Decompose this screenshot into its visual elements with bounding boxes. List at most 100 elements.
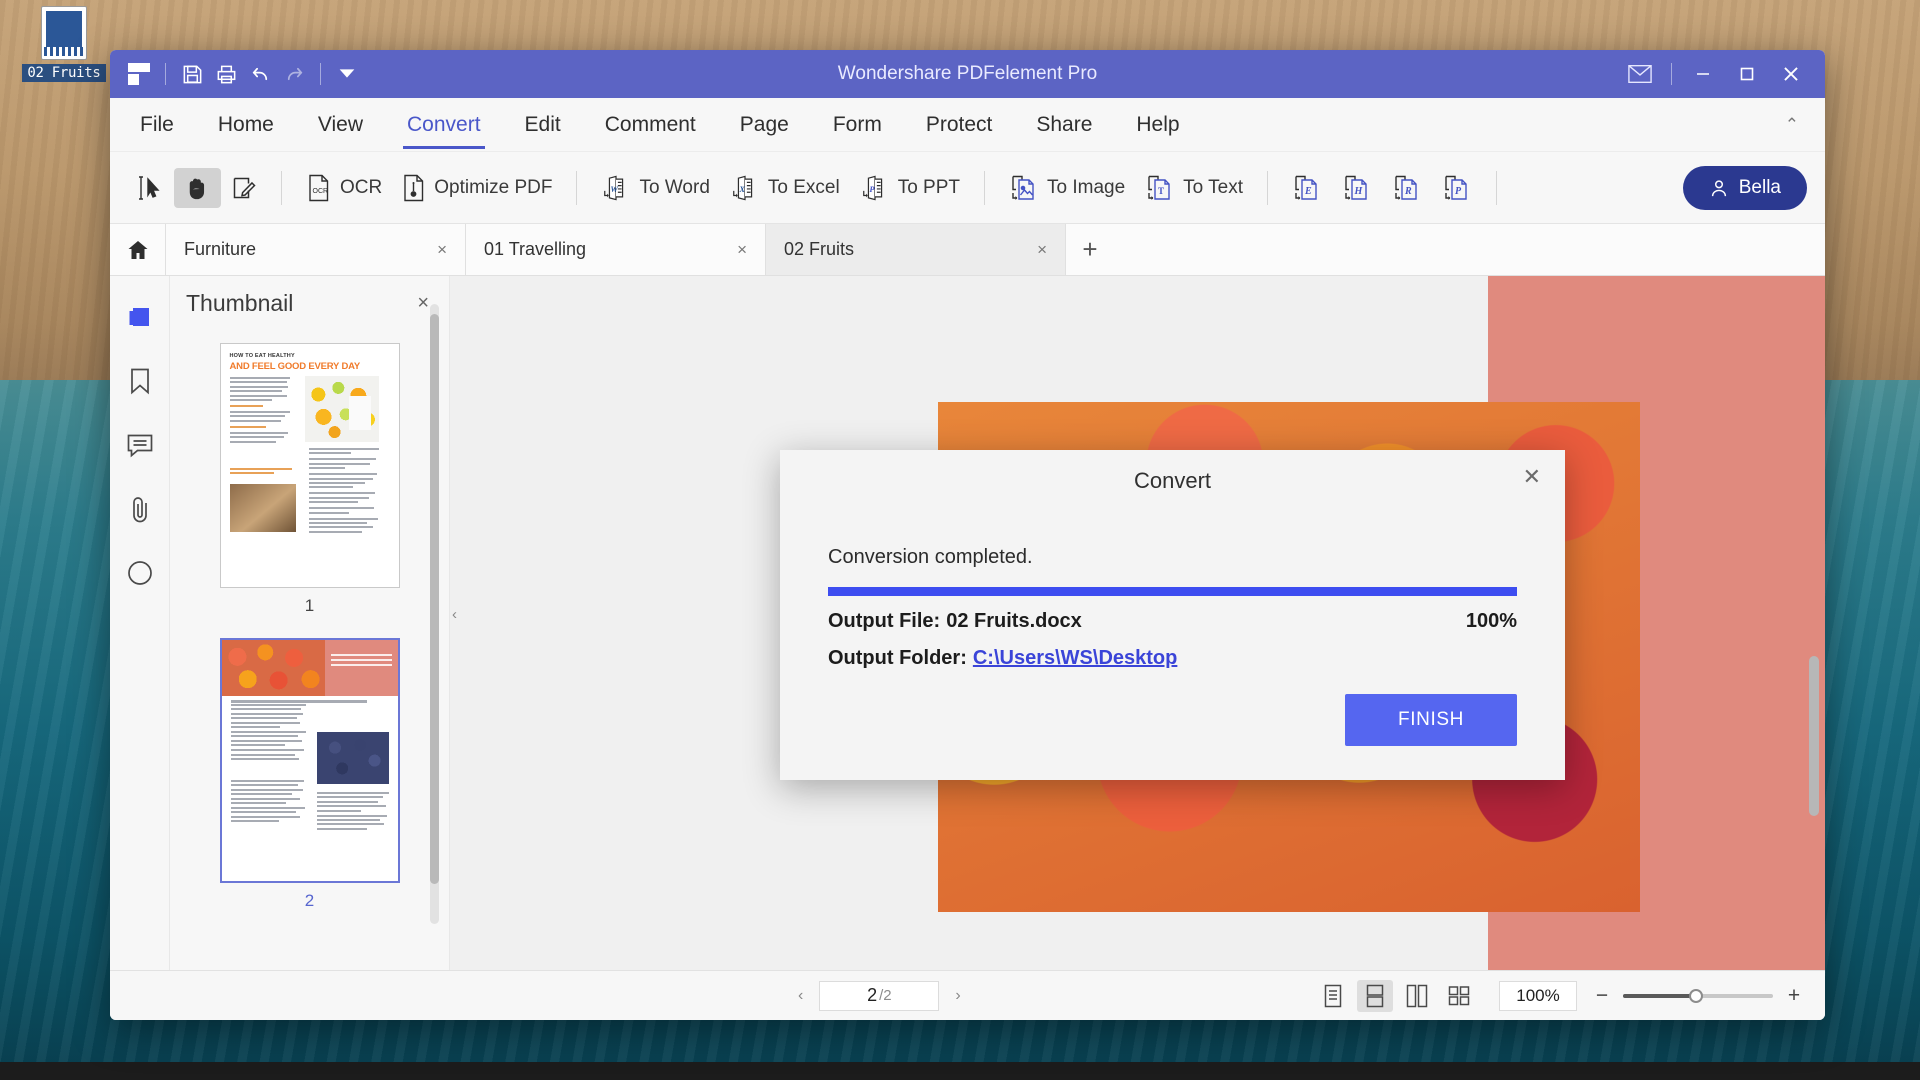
to-html-button[interactable]: H <box>1332 167 1382 209</box>
dialog-title: Convert <box>1133 468 1212 493</box>
to-text-button[interactable]: T To Text <box>1135 167 1253 209</box>
menu-item-page[interactable]: Page <box>736 107 793 143</box>
next-page-button[interactable]: › <box>949 987 966 1005</box>
tab-label: 01 Travelling <box>484 239 587 259</box>
zoom-slider[interactable] <box>1623 988 1773 1003</box>
sidebar-item-thumbnail[interactable] <box>121 298 159 336</box>
single-page-view-button[interactable] <box>1315 980 1351 1012</box>
word-document-icon <box>41 6 87 60</box>
edit-tool[interactable] <box>221 168 267 208</box>
new-tab-button[interactable]: + <box>1066 224 1114 275</box>
svg-text:T: T <box>1158 186 1164 196</box>
output-file-row: Output File: 02 Fruits.docx 100% <box>828 610 1517 633</box>
menu-item-convert[interactable]: Convert <box>403 107 485 149</box>
to-image-button[interactable]: To Image <box>999 167 1135 209</box>
menu-item-share[interactable]: Share <box>1032 107 1096 143</box>
output-file-value: 02 Fruits.docx <box>946 610 1082 632</box>
page-edit-icon <box>231 174 257 202</box>
menu-item-view[interactable]: View <box>314 107 367 143</box>
menu-item-edit[interactable]: Edit <box>521 107 565 143</box>
thumbnail-scrollbar[interactable] <box>430 304 439 924</box>
user-account-button[interactable]: Bella <box>1682 165 1807 210</box>
thumb2-text-left <box>230 704 306 762</box>
zoom-level-input[interactable]: 100% <box>1499 980 1577 1011</box>
optimize-pdf-button[interactable]: Optimize PDF <box>392 167 562 209</box>
svg-text:P: P <box>869 183 875 193</box>
tab-label: Furniture <box>184 239 257 259</box>
collapse-ribbon-icon[interactable]: ⌃ <box>1785 115 1799 135</box>
close-button[interactable] <box>1769 54 1813 94</box>
tab-01-travelling[interactable]: 01 Travelling × <box>466 224 766 275</box>
to-excel-button[interactable]: X To Excel <box>720 167 850 209</box>
tab-furniture[interactable]: Furniture × <box>166 224 466 275</box>
menu-item-form[interactable]: Form <box>829 107 886 143</box>
home-icon[interactable] <box>110 224 166 275</box>
optimize-doc-icon <box>402 173 426 203</box>
to-pdfa-button[interactable]: P <box>1432 167 1482 209</box>
redo-icon[interactable] <box>277 57 311 91</box>
collapse-left-panel-icon[interactable]: ‹ <box>452 606 457 623</box>
continuous-view-button[interactable] <box>1357 979 1393 1012</box>
zoom-out-button[interactable]: − <box>1593 984 1611 1008</box>
minimize-button[interactable] <box>1681 54 1725 94</box>
finish-button[interactable]: FINISH <box>1345 694 1517 746</box>
zoom-control: − + <box>1593 984 1803 1008</box>
maximize-button[interactable] <box>1725 54 1769 94</box>
menu-item-help[interactable]: Help <box>1132 107 1183 143</box>
select-tool[interactable] <box>128 168 174 208</box>
zoom-in-button[interactable]: + <box>1785 984 1803 1008</box>
thumb2-blueberry-image <box>316 732 389 784</box>
sidebar-item-comment[interactable] <box>121 426 159 464</box>
to-word-button[interactable]: W To Word <box>591 167 719 209</box>
close-icon[interactable]: × <box>731 238 753 262</box>
thumbnail-page-number: 2 <box>304 891 315 910</box>
thumbnail-page-2[interactable]: 2 <box>219 638 400 911</box>
epub-convert-icon: E <box>1292 173 1322 203</box>
viewer-scrollbar[interactable] <box>1809 656 1819 816</box>
rtf-convert-icon: R <box>1392 173 1422 203</box>
ocr-button[interactable]: OCR OCR <box>296 167 392 209</box>
to-ppt-button[interactable]: P To PPT <box>850 167 970 209</box>
mail-icon[interactable] <box>1618 54 1662 94</box>
svg-text:E: E <box>1304 186 1312 197</box>
to-rtf-button[interactable]: R <box>1382 167 1432 209</box>
thumbnail-list[interactable]: HOW TO EAT HEALTHY AND FEEL GOOD EVERY D… <box>170 325 449 970</box>
output-folder-label: Output Folder: <box>828 647 967 669</box>
close-icon[interactable]: ✕ <box>1515 462 1549 492</box>
output-folder-link[interactable]: C:\Users\WS\Desktop <box>973 647 1178 670</box>
image-pages-icon <box>1009 173 1039 203</box>
print-icon[interactable] <box>209 57 243 91</box>
undo-icon[interactable] <box>243 57 277 91</box>
thumb2-text-left-2 <box>230 780 306 825</box>
close-icon[interactable]: × <box>1031 238 1053 262</box>
menu-item-comment[interactable]: Comment <box>601 107 700 143</box>
app-logo-icon[interactable] <box>122 57 156 91</box>
window-title: Wondershare PDFelement Pro <box>837 63 1098 84</box>
tab-02-fruits[interactable]: 02 Fruits × <box>766 224 1066 275</box>
thumbnail-page-1[interactable]: HOW TO EAT HEALTHY AND FEEL GOOD EVERY D… <box>219 343 400 616</box>
chevron-down-icon[interactable] <box>330 57 364 91</box>
menu-item-protect[interactable]: Protect <box>922 107 997 143</box>
thumb2-salmon-block <box>325 640 398 696</box>
menu-item-file[interactable]: File <box>136 107 178 143</box>
thumbnail-panel: Thumbnail × HOW TO EAT HEALTHY AND FEEL … <box>170 276 450 970</box>
grid-view-button[interactable] <box>1441 980 1477 1012</box>
conversion-status-text: Conversion completed. <box>828 546 1033 568</box>
desktop-icon-02-fruits[interactable]: 02 Fruits <box>14 6 114 82</box>
to-epub-button[interactable]: E <box>1282 167 1332 209</box>
close-icon[interactable]: × <box>431 238 453 262</box>
to-image-label: To Image <box>1047 176 1126 198</box>
sidebar-item-stamp[interactable] <box>121 554 159 592</box>
user-avatar-icon <box>1709 178 1729 198</box>
sidebar-item-bookmark[interactable] <box>121 362 159 400</box>
menu-item-home[interactable]: Home <box>214 107 278 143</box>
menu-bar: File Home View Convert Edit Comment Page… <box>110 98 1825 152</box>
facing-view-button[interactable] <box>1399 980 1435 1012</box>
save-icon[interactable] <box>175 57 209 91</box>
previous-page-button[interactable]: ‹ <box>792 987 809 1005</box>
taskbar <box>0 1062 1920 1080</box>
page-number-input[interactable]: 2/2 <box>819 980 940 1011</box>
hand-tool[interactable] <box>174 167 221 208</box>
titlebar-divider-1 <box>165 63 166 85</box>
sidebar-item-attachment[interactable] <box>121 490 159 528</box>
